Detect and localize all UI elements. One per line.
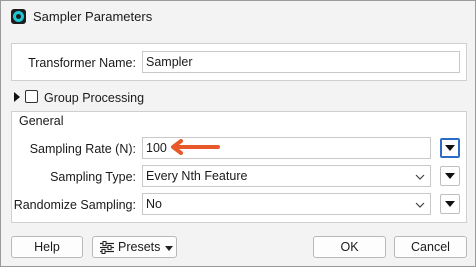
sampling-type-select[interactable]: Every Nth Feature	[142, 165, 431, 187]
cancel-button[interactable]: Cancel	[394, 236, 467, 258]
group-processing-checkbox[interactable]	[25, 90, 38, 103]
chevron-down-icon	[415, 202, 425, 208]
expand-icon[interactable]	[14, 92, 20, 102]
dropdown-arrow-icon	[165, 246, 173, 251]
annotation-arrow-icon	[171, 139, 220, 155]
chevron-down-icon	[445, 201, 455, 207]
transformer-name-panel: Transformer Name: Sampler	[11, 43, 467, 81]
app-icon	[11, 9, 26, 24]
transformer-name-label: Transformer Name:	[28, 56, 136, 70]
randomize-sampling-value: No	[146, 197, 162, 211]
general-heading: General	[19, 114, 64, 128]
sampling-rate-value: 100	[146, 141, 167, 155]
sampling-rate-menu-button[interactable]	[440, 138, 460, 158]
window-title: Sampler Parameters	[33, 9, 153, 24]
presets-button[interactable]: Presets	[92, 236, 177, 258]
chevron-down-icon	[445, 145, 455, 151]
randomize-sampling-select[interactable]: No	[142, 193, 431, 215]
sampling-type-value: Every Nth Feature	[146, 169, 248, 183]
ok-button[interactable]: OK	[313, 236, 386, 258]
randomize-sampling-label: Randomize Sampling:	[13, 198, 136, 212]
title-bar: Sampler Parameters	[1, 1, 475, 33]
general-panel: General Sampling Rate (N): 100 Sampling …	[11, 111, 467, 223]
chevron-down-icon	[415, 174, 425, 180]
sampling-type-menu-button[interactable]	[440, 166, 460, 186]
chevron-down-icon	[445, 173, 455, 179]
sliders-icon	[100, 241, 114, 254]
help-button[interactable]: Help	[11, 236, 83, 258]
sampling-type-label: Sampling Type:	[50, 170, 136, 184]
randomize-sampling-menu-button[interactable]	[440, 194, 460, 214]
transformer-name-input[interactable]: Sampler	[142, 51, 460, 73]
sampling-rate-label: Sampling Rate (N):	[29, 142, 136, 156]
presets-label: Presets	[118, 240, 161, 254]
sampler-parameters-dialog: Sampler Parameters Transformer Name: Sam…	[0, 0, 476, 267]
group-processing-label: Group Processing	[44, 91, 145, 105]
